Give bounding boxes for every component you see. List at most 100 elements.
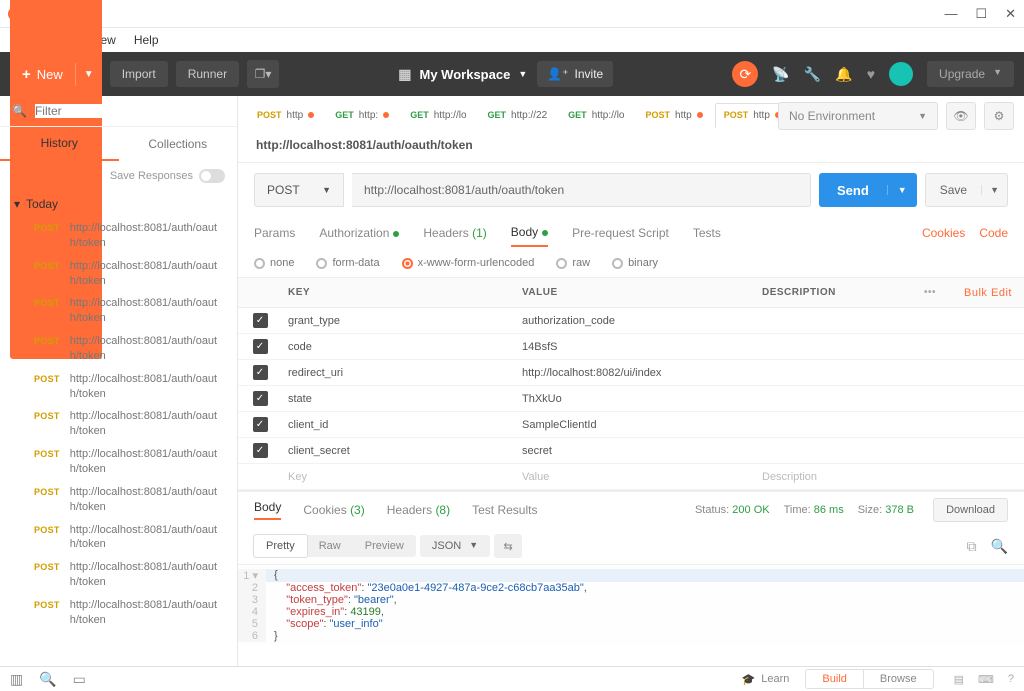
help-icon[interactable]: ? — [1008, 673, 1014, 686]
sidebar: 🔍 History Collections Clear all Save Res… — [0, 96, 238, 666]
history-item[interactable]: POSThttp://localhost:8081/auth/oauth/tok… — [0, 368, 237, 406]
kv-row[interactable]: ✓redirect_urihttp://localhost:8082/ui/in… — [238, 360, 1024, 386]
menu-help[interactable]: Help — [126, 31, 167, 49]
new-window-button[interactable]: ❐▾ — [247, 60, 279, 88]
history-item[interactable]: POSThttp://localhost:8081/auth/oauth/tok… — [0, 443, 237, 481]
history-item[interactable]: POSThttp://localhost:8081/auth/oauth/tok… — [0, 594, 237, 632]
two-pane-icon[interactable]: ▤ — [954, 673, 964, 686]
subtab-prereq[interactable]: Pre-request Script — [572, 220, 669, 246]
sync-button[interactable]: ⟳ — [732, 61, 758, 87]
wrench-icon[interactable]: 🔧 — [804, 66, 821, 83]
kv-row[interactable]: ✓stateThXkUo — [238, 386, 1024, 412]
method-selector[interactable]: POST▼ — [254, 173, 344, 207]
download-button[interactable]: Download — [933, 498, 1008, 522]
keyboard-icon[interactable]: ⌨ — [978, 673, 994, 686]
request-tab[interactable]: GEThttp://lo — [401, 103, 475, 128]
request-tab[interactable]: POSThttp — [248, 103, 323, 128]
url-input[interactable]: http://localhost:8081/auth/oauth/token — [352, 173, 811, 207]
resp-body[interactable]: Body — [254, 500, 281, 520]
checkbox-icon[interactable]: ✓ — [253, 391, 268, 406]
save-responses-toggle[interactable]: Save Responses — [110, 169, 225, 183]
view-raw[interactable]: Raw — [307, 535, 353, 557]
toolbar: +New ▼ Import Runner ❐▾ ▦ My Workspace ▼… — [0, 52, 1024, 96]
format-selector[interactable]: JSON▼ — [420, 535, 490, 557]
tab-history[interactable]: History — [0, 127, 119, 161]
filter-input[interactable] — [35, 104, 225, 118]
copy-icon[interactable]: ⧉ — [967, 538, 977, 555]
minimize-button[interactable]: — — [944, 6, 957, 22]
cookies-link[interactable]: Cookies — [922, 226, 965, 240]
resp-cookies[interactable]: Cookies (3) — [303, 503, 364, 517]
kv-row[interactable]: ✓code14BsfS — [238, 334, 1024, 360]
checkbox-icon[interactable]: ✓ — [253, 313, 268, 328]
bodytype-formdata[interactable]: form-data — [316, 257, 379, 269]
history-item[interactable]: POSThttp://localhost:8081/auth/oauth/tok… — [0, 255, 237, 293]
bodytype-binary[interactable]: binary — [612, 257, 658, 269]
subtab-headers[interactable]: Headers (1) — [423, 220, 486, 246]
kv-row[interactable]: ✓client_secretsecret — [238, 438, 1024, 464]
resp-tests[interactable]: Test Results — [472, 503, 537, 517]
view-preview[interactable]: Preview — [353, 535, 416, 557]
upgrade-button[interactable]: Upgrade▼ — [927, 61, 1014, 87]
history-item[interactable]: POSThttp://localhost:8081/auth/oauth/tok… — [0, 405, 237, 443]
view-pretty[interactable]: Pretty — [253, 534, 308, 558]
subtab-tests[interactable]: Tests — [693, 220, 721, 246]
history-item[interactable]: POSThttp://localhost:8081/auth/oauth/tok… — [0, 556, 237, 594]
quick-look-button[interactable]: 👁 — [946, 102, 976, 130]
satellite-icon[interactable]: 📡 — [772, 66, 789, 83]
request-tab[interactable]: POSThttp — [637, 103, 712, 128]
new-caret[interactable]: ▼ — [75, 63, 102, 86]
history-item[interactable]: POSThttp://localhost:8081/auth/oauth/tok… — [0, 292, 237, 330]
send-button[interactable]: Send▼ — [819, 173, 917, 207]
browse-tab[interactable]: Browse — [864, 670, 933, 688]
checkbox-icon[interactable]: ✓ — [253, 443, 268, 458]
maximize-button[interactable]: ☐ — [975, 6, 987, 22]
clear-all-link[interactable]: Clear all — [12, 170, 52, 182]
import-button[interactable]: Import — [110, 61, 168, 87]
avatar[interactable] — [889, 62, 913, 86]
code-link[interactable]: Code — [979, 226, 1008, 240]
kv-placeholder-row[interactable]: Key Value Description — [238, 464, 1024, 490]
titlebar: Postman — ☐ ✕ — [0, 0, 1024, 28]
checkbox-icon[interactable]: ✓ — [253, 339, 268, 354]
build-tab[interactable]: Build — [806, 670, 863, 688]
console-icon[interactable]: ▭ — [73, 671, 86, 688]
history-item[interactable]: POSThttp://localhost:8081/auth/oauth/tok… — [0, 481, 237, 519]
subtab-params[interactable]: Params — [254, 220, 295, 246]
history-item[interactable]: POSThttp://localhost:8081/auth/oauth/tok… — [0, 519, 237, 557]
sidebar-toggle-icon[interactable]: ▥ — [10, 671, 23, 688]
tab-collections[interactable]: Collections — [119, 127, 238, 161]
kv-row[interactable]: ✓grant_typeauthorization_code — [238, 308, 1024, 334]
heart-icon[interactable]: ♥ — [867, 66, 875, 82]
bodytype-none[interactable]: none — [254, 257, 294, 269]
learn-link[interactable]: Learn — [761, 673, 789, 685]
bulk-edit-link[interactable]: Bulk Edit — [952, 287, 1024, 299]
request-tab[interactable]: GEThttp://lo — [559, 103, 633, 128]
settings-button[interactable]: ⚙ — [984, 102, 1014, 130]
search-response-icon[interactable]: 🔍 — [991, 538, 1008, 555]
bell-icon[interactable]: 🔔 — [835, 66, 852, 83]
checkbox-icon[interactable]: ✓ — [253, 365, 268, 380]
invite-button[interactable]: 👤⁺ Invite — [537, 61, 613, 87]
bodytype-urlencoded[interactable]: x-www-form-urlencoded — [402, 257, 535, 269]
kv-row[interactable]: ✓client_idSampleClientId — [238, 412, 1024, 438]
find-icon[interactable]: 🔍 — [39, 671, 56, 688]
body-type-row: none form-data x-www-form-urlencoded raw… — [238, 249, 1024, 278]
environment-selector[interactable]: No Environment▼ — [778, 102, 938, 130]
wrap-button[interactable]: ⇆ — [494, 534, 522, 558]
history-item[interactable]: POSThttp://localhost:8081/auth/oauth/tok… — [0, 217, 237, 255]
request-tab[interactable]: GEThttp://22 — [479, 103, 557, 128]
bodytype-raw[interactable]: raw — [556, 257, 590, 269]
save-button[interactable]: Save▼ — [925, 173, 1008, 207]
runner-button[interactable]: Runner — [176, 61, 239, 87]
close-button[interactable]: ✕ — [1005, 6, 1016, 22]
subtab-body[interactable]: Body — [511, 219, 548, 247]
checkbox-icon[interactable]: ✓ — [253, 417, 268, 432]
history-item[interactable]: POSThttp://localhost:8081/auth/oauth/tok… — [0, 330, 237, 368]
today-header[interactable]: ▾Today — [0, 191, 237, 217]
col-menu[interactable]: ••• — [908, 287, 952, 298]
subtab-auth[interactable]: Authorization — [319, 220, 399, 246]
request-tab[interactable]: GEThttp: — [326, 103, 398, 128]
workspace-selector[interactable]: ▦ My Workspace ▼ — [398, 66, 527, 83]
resp-headers[interactable]: Headers (8) — [387, 503, 450, 517]
